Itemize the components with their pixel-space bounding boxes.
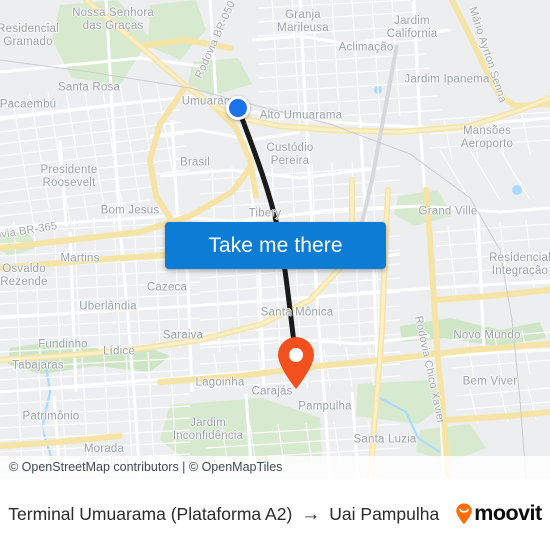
route-origin-label: Terminal Umuarama (Plataforma A2): [8, 503, 293, 524]
moovit-wordmark: moovit: [474, 501, 542, 526]
water-pond: [512, 185, 522, 195]
moovit-route-preview: Nossa Senhora das Graças Residencial Gram…: [0, 0, 550, 550]
moovit-pin-icon: [455, 503, 473, 525]
moovit-logo[interactable]: moovit: [455, 501, 542, 526]
origin-dot[interactable]: [226, 96, 250, 120]
map-canvas[interactable]: Nossa Senhora das Graças Residencial Gram…: [0, 0, 550, 478]
route-destination-label: Uai Pampulha: [329, 503, 440, 524]
map-attribution: © OpenStreetMap contributors | © OpenMap…: [0, 456, 550, 478]
take-me-there-button[interactable]: Take me there: [165, 222, 386, 269]
destination-pin[interactable]: [275, 336, 317, 390]
route-footer: Terminal Umuarama (Plataforma A2) → Uai …: [0, 478, 550, 550]
arrow-right-icon: →: [301, 503, 321, 525]
